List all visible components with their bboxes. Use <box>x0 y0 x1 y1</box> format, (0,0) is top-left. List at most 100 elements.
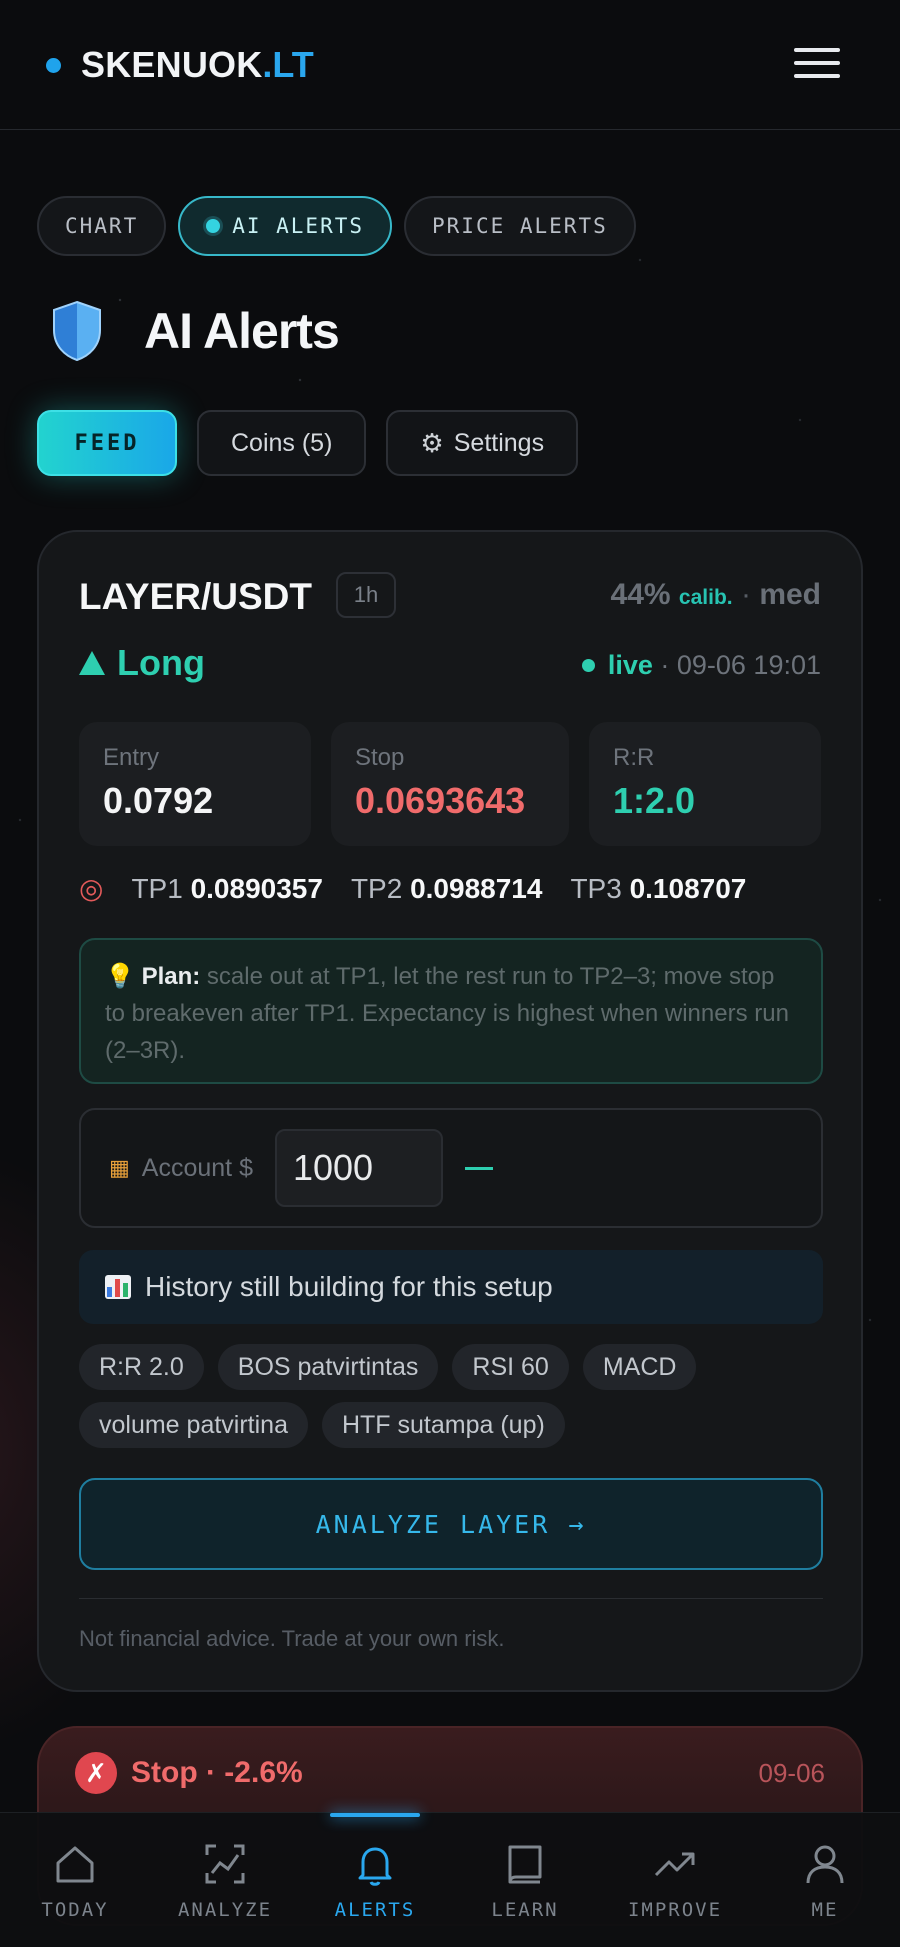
live-label: live <box>607 650 653 680</box>
tag: R:R 2.0 <box>79 1344 204 1390</box>
top-tabs: CHART AI ALERTS PRICE ALERTS <box>37 196 636 256</box>
trend-up-icon <box>654 1852 695 1877</box>
live-dot-icon <box>581 659 595 672</box>
separator: · <box>740 578 751 611</box>
bell-icon <box>358 1847 392 1886</box>
nav-today[interactable]: TODAY <box>5 1841 145 1921</box>
nav-label: ANALYZE <box>177 1899 273 1921</box>
nav-label: ME <box>811 1899 839 1921</box>
bottom-nav: TODAY ANALYZE ALERTS LEARN IMPROVE ME <box>0 1812 900 1947</box>
analyze-icon <box>205 1844 245 1884</box>
plan-text: scale out at TP1, let the rest run to TP… <box>105 963 789 1064</box>
tp3-label: TP3 <box>570 872 622 904</box>
active-dot-icon <box>206 219 221 233</box>
alert-status: live · 09-06 19:01 <box>581 650 821 681</box>
top-bar: SKENUOK .LT <box>0 0 900 130</box>
nav-label: TODAY <box>41 1899 109 1921</box>
tab-ai-alerts-label: AI ALERTS <box>232 214 365 238</box>
tp2-value: 0.0988714 <box>410 872 543 904</box>
tag: MACD <box>582 1344 697 1390</box>
tab-settings-label: Settings <box>453 428 545 457</box>
account-size-row: ▦ Account $ <box>79 1108 823 1228</box>
disclaimer: Not financial advice. Trade at your own … <box>79 1626 505 1651</box>
tag: RSI 60 <box>452 1344 569 1390</box>
entry-value: 0.0792 <box>103 780 214 821</box>
trade-stats: Entry 0.0792 Stop 0.0693643 R:R 1:2.0 <box>79 722 821 846</box>
shield-icon <box>53 300 101 362</box>
stopped-date: 09-06 <box>758 1758 826 1788</box>
close-circle-icon: ✗ <box>75 1752 117 1794</box>
lightbulb-icon: 💡 <box>105 963 135 990</box>
separator: · <box>652 650 677 680</box>
entry-stat: Entry 0.0792 <box>79 722 311 846</box>
tab-chart[interactable]: CHART <box>37 196 167 256</box>
hamburger-menu-icon[interactable] <box>794 46 842 82</box>
tp2: TP2 0.0988714 <box>351 873 543 905</box>
stop-value: 0.0693643 <box>355 780 526 821</box>
nav-analyze[interactable]: ANALYZE <box>155 1841 295 1921</box>
user-icon <box>806 1845 844 1884</box>
calibration-info: 44% calib. · med <box>611 578 821 612</box>
stop-label: Stop <box>355 744 405 771</box>
tp1: TP1 0.0890357 <box>131 873 323 905</box>
divider <box>79 1598 823 1599</box>
trade-plan: 💡 Plan: scale out at TP1, let the rest r… <box>79 938 823 1084</box>
page-header: AI Alerts <box>50 300 340 362</box>
home-icon <box>56 1846 94 1883</box>
nav-me[interactable]: ME <box>755 1841 895 1921</box>
abacus-icon: ▦ <box>109 1155 130 1180</box>
brand-dot-icon <box>46 57 61 73</box>
gear-icon: ⚙ <box>420 427 444 458</box>
plan-label: Plan: <box>141 963 201 990</box>
page-title: AI Alerts <box>144 303 340 359</box>
target-icon: ◎ <box>79 873 104 904</box>
direction-label: Long <box>117 642 205 683</box>
book-icon <box>508 1845 542 1884</box>
stop-stat: Stop 0.0693643 <box>331 722 569 846</box>
history-text: History still building for this setup <box>145 1271 553 1302</box>
account-size-input[interactable] <box>274 1129 443 1207</box>
tab-coins[interactable]: Coins (5) <box>197 410 367 476</box>
brand-logo[interactable]: SKENUOK .LT <box>46 44 314 86</box>
take-profit-row: ◎ TP1 0.0890357 TP2 0.0988714 TP3 0.1087… <box>79 872 774 905</box>
direction-indicator: Long <box>79 642 205 684</box>
history-notice: History still building for this setup <box>79 1250 823 1324</box>
timeframe-badge: 1h <box>336 572 396 618</box>
alert-card: LAYER/USDT 1h 44% calib. · med Long live… <box>37 530 863 1692</box>
bar-chart-icon <box>105 1275 131 1299</box>
entry-label: Entry <box>103 744 160 771</box>
calibration-word: calib. <box>678 586 733 609</box>
nav-improve[interactable]: IMPROVE <box>605 1841 745 1921</box>
rr-stat: R:R 1:2.0 <box>589 722 821 846</box>
tab-settings[interactable]: ⚙ Settings <box>386 410 579 476</box>
triangle-up-icon <box>79 651 105 675</box>
tag: BOS patvirtintas <box>217 1344 439 1390</box>
tp1-value: 0.0890357 <box>190 872 323 904</box>
calibration-percent: 44% <box>610 578 671 611</box>
signal-tags: R:R 2.0 BOS patvirtintas RSI 60 MACD vol… <box>79 1344 823 1448</box>
rr-label: R:R <box>613 744 655 771</box>
nav-alerts[interactable]: ALERTS <box>305 1841 445 1921</box>
tab-feed[interactable]: FEED <box>37 410 177 476</box>
brand-name: SKENUOK <box>81 44 263 85</box>
tab-ai-alerts[interactable]: AI ALERTS <box>178 196 393 256</box>
tag: HTF sutampa (up) <box>321 1402 565 1448</box>
brand-tld: .LT <box>262 44 314 85</box>
account-label: Account $ <box>141 1153 253 1182</box>
nav-label: IMPROVE <box>627 1899 723 1921</box>
pair-title: LAYER/USDT <box>79 576 313 617</box>
confidence-level: med <box>759 578 821 611</box>
stopped-title: Stop · -2.6% <box>131 1756 303 1789</box>
nav-label: LEARN <box>491 1899 559 1921</box>
tp1-label: TP1 <box>131 872 183 904</box>
tab-price-alerts[interactable]: PRICE ALERTS <box>404 196 636 256</box>
rr-value: 1:2.0 <box>613 780 696 821</box>
tag: volume patvirtina <box>79 1402 308 1448</box>
tp2-label: TP2 <box>350 872 403 904</box>
sub-tabs: FEED Coins (5) ⚙ Settings <box>37 410 579 476</box>
tp3-value: 0.108707 <box>629 872 747 904</box>
analyze-button[interactable]: ANALYZE LAYER → <box>79 1478 823 1570</box>
active-indicator <box>330 1813 420 1817</box>
tp3: TP3 0.108707 <box>570 873 746 905</box>
nav-learn[interactable]: LEARN <box>455 1841 595 1921</box>
